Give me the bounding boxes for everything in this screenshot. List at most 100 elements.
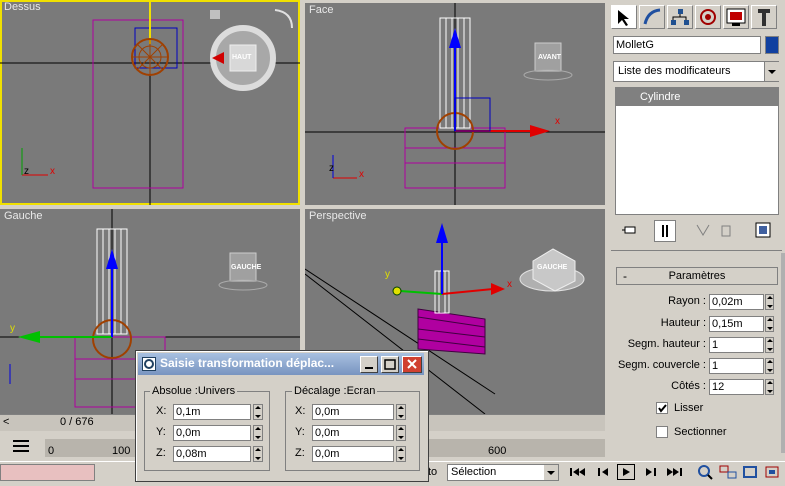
viewport-front[interactable]: Face AVANT x z x — [305, 3, 605, 205]
gizmo-y-label-left: y — [10, 323, 15, 334]
prev-frame-icon[interactable] — [594, 464, 614, 482]
sides-field[interactable]: 12 — [709, 379, 764, 395]
abs-y-field[interactable]: 0,0m — [173, 425, 251, 441]
smooth-checkbox[interactable] — [656, 402, 668, 414]
go-to-start-icon[interactable] — [567, 464, 587, 482]
display-tab-icon[interactable] — [723, 5, 749, 29]
maximize-button[interactable] — [381, 356, 399, 373]
zoom-extents-icon[interactable] — [741, 464, 761, 482]
abs-x-spinner[interactable] — [253, 404, 263, 420]
dropdown-arrow-icon[interactable] — [764, 62, 779, 81]
abs-y-spinner[interactable] — [253, 425, 263, 441]
radius-spinner[interactable] — [765, 294, 774, 310]
off-x-field[interactable]: 0,0m — [312, 404, 394, 420]
param-label-sides: Côtés : — [671, 380, 706, 392]
track-tick-100: 100 — [112, 445, 131, 457]
rollout-parameters[interactable]: - Paramètres — [616, 267, 778, 285]
radius-field[interactable]: 0,02m — [709, 294, 764, 310]
viewcube-front-face[interactable]: AVANT — [538, 54, 561, 61]
abs-x-label: X: — [156, 405, 167, 417]
viewport-top-label[interactable]: Dessus — [4, 1, 41, 13]
modify-tab-icon[interactable] — [639, 5, 665, 29]
slice-checkbox[interactable] — [656, 426, 668, 438]
off-z-label: Z: — [295, 447, 305, 459]
track-tick-600: 600 — [488, 445, 507, 457]
utilities-tab-icon[interactable] — [751, 5, 777, 29]
viewcube-top-face[interactable]: HAUT — [232, 54, 251, 61]
off-x-label: X: — [295, 405, 306, 417]
off-z-field[interactable]: 0,0m — [312, 446, 394, 462]
dialog-title: Saisie transformation déplac... — [160, 356, 335, 370]
play-icon[interactable] — [617, 464, 635, 480]
rollout-title: Paramètres — [668, 270, 726, 282]
remove-modifier-icon[interactable] — [716, 220, 736, 240]
hierarchy-tab-icon[interactable] — [667, 5, 693, 29]
motion-tab-icon[interactable] — [695, 5, 721, 29]
param-label-height: Hauteur : — [660, 317, 706, 329]
param-label-height-segs: Segm. hauteur : — [627, 338, 706, 350]
off-y-spinner[interactable] — [396, 425, 406, 441]
axis-z-label-top: z — [24, 166, 29, 177]
offset-group-label: Décalage :Ecran — [292, 385, 378, 397]
zoom-all-icon[interactable] — [718, 464, 738, 482]
zoom-extents-all-icon[interactable] — [763, 464, 783, 482]
stack-item-cylindre[interactable]: Cylindre — [616, 88, 778, 106]
object-color-swatch[interactable] — [765, 36, 779, 54]
maxscript-listener[interactable] — [0, 464, 95, 481]
selection-set-dropdown[interactable]: Sélection — [447, 464, 559, 481]
track-tick-0: 0 — [48, 445, 55, 457]
slice-label: Sectionner — [674, 426, 727, 438]
panel-scrollbar[interactable] — [781, 253, 785, 453]
filter-track-icon[interactable] — [10, 437, 32, 455]
cap-segments-spinner[interactable] — [765, 358, 774, 374]
viewport-left-label[interactable]: Gauche — [4, 210, 43, 222]
height-segments-field[interactable]: 1 — [709, 337, 764, 353]
height-spinner[interactable] — [765, 316, 774, 332]
time-slider-prev-icon[interactable]: < — [3, 416, 9, 428]
selection-dropdown-arrow-icon[interactable] — [544, 465, 558, 480]
axis-x-label-top: x — [50, 166, 55, 177]
abs-x-field[interactable]: 0,1m — [173, 404, 251, 420]
param-label-cap-segs: Segm. couvercle : — [617, 359, 706, 371]
abs-z-field[interactable]: 0,08m — [173, 446, 251, 462]
close-button[interactable] — [402, 356, 422, 373]
viewport-top-scene — [0, 0, 300, 205]
off-x-spinner[interactable] — [396, 404, 406, 420]
absolute-group-label: Absolue :Univers — [150, 385, 238, 397]
create-tab-icon[interactable] — [611, 5, 637, 29]
zoom-icon[interactable] — [696, 464, 716, 482]
viewcube-left-face[interactable]: GAUCHE — [231, 264, 261, 271]
axis-x-label-front: x — [359, 169, 364, 180]
app-icon — [142, 357, 156, 371]
viewport-perspective-label[interactable]: Perspective — [309, 210, 366, 222]
transform-typein-dialog[interactable]: Saisie transformation déplac... Absolue … — [135, 350, 429, 482]
height-segments-spinner[interactable] — [765, 337, 774, 353]
gizmo-x-label-persp: x — [507, 279, 512, 290]
configure-sets-icon[interactable] — [753, 220, 773, 240]
command-panel: MolletG Liste des modificateurs Cylindre… — [608, 0, 785, 462]
off-z-spinner[interactable] — [396, 446, 406, 462]
modifier-list-dropdown[interactable]: Liste des modificateurs — [613, 61, 779, 82]
modifier-stack — [615, 87, 779, 215]
viewcube-persp-face[interactable]: GAUCHE — [537, 264, 567, 271]
off-y-field[interactable]: 0,0m — [312, 425, 394, 441]
panel-divider — [611, 250, 782, 251]
cap-segments-field[interactable]: 1 — [709, 358, 764, 374]
sides-spinner[interactable] — [765, 379, 774, 395]
dialog-titlebar[interactable]: Saisie transformation déplac... — [138, 353, 424, 375]
axis-z-label-front: z — [329, 163, 334, 174]
height-field[interactable]: 0,15m — [709, 316, 764, 332]
viewport-top[interactable]: Dessus HAUT x z — [0, 0, 300, 205]
abs-z-label: Z: — [156, 447, 166, 459]
abs-z-spinner[interactable] — [253, 446, 263, 462]
next-frame-icon[interactable] — [640, 464, 660, 482]
object-name-field[interactable]: MolletG — [613, 36, 761, 54]
minimize-button[interactable] — [360, 356, 378, 373]
go-to-end-icon[interactable] — [665, 464, 685, 482]
make-unique-icon[interactable] — [693, 220, 713, 240]
viewport-front-label[interactable]: Face — [309, 4, 333, 16]
smooth-label: Lisser — [674, 402, 704, 414]
gizmo-x-label-front: x — [555, 116, 560, 127]
pin-stack-icon[interactable] — [620, 220, 640, 240]
show-end-result-icon[interactable] — [654, 220, 676, 242]
